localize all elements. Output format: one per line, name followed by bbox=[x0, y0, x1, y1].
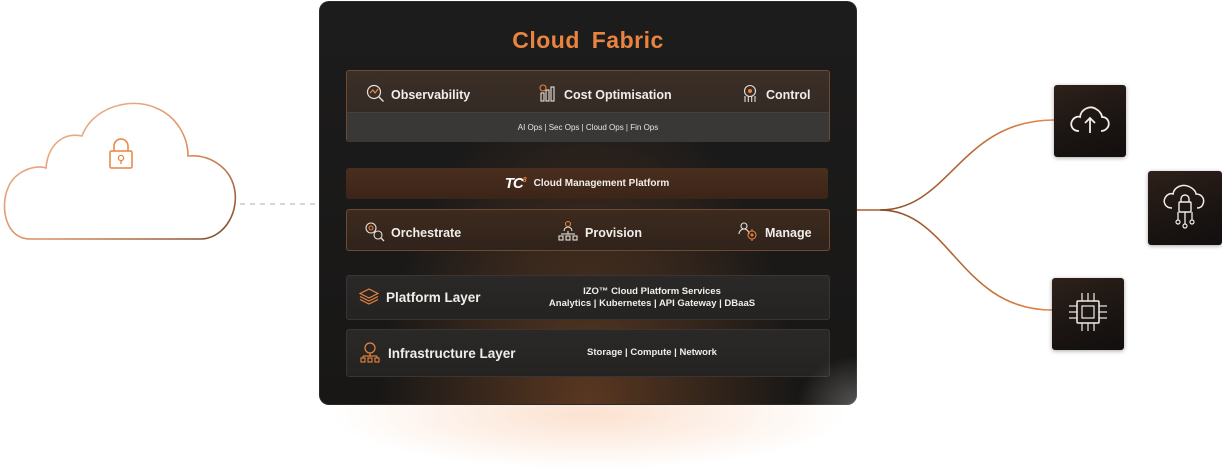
provision-item: Provision bbox=[557, 220, 642, 245]
manage-icon bbox=[737, 220, 759, 245]
cloud-upload-icon bbox=[1068, 101, 1112, 142]
cloud-management-platform-bar: TC8 Cloud Management Platform bbox=[346, 168, 828, 199]
manage-item: Manage bbox=[737, 220, 812, 245]
upper-connector bbox=[879, 119, 1055, 211]
observability-box: Observability Cost Optimisation Control … bbox=[346, 70, 830, 142]
chip-icon bbox=[1065, 289, 1111, 340]
provision-label: Provision bbox=[585, 225, 642, 240]
platform-layer-box: Platform Layer IZO™ Cloud Platform Servi… bbox=[346, 275, 830, 320]
tc-logo: TC8 bbox=[504, 175, 527, 192]
operations-box: Orchestrate Provision Manage bbox=[346, 209, 830, 251]
network-icon bbox=[359, 341, 381, 366]
chip-tile bbox=[1052, 278, 1124, 350]
infrastructure-services: Storage | Compute | Network bbox=[587, 347, 717, 358]
orchestrate-label: Orchestrate bbox=[391, 225, 462, 240]
panel-title: Cloud Fabric bbox=[512, 27, 664, 53]
layers-icon bbox=[358, 287, 380, 308]
cloud-upload-tile bbox=[1054, 85, 1126, 157]
control-icon bbox=[740, 83, 760, 106]
private-cloud bbox=[0, 96, 240, 244]
cost-optimisation-icon bbox=[538, 83, 558, 106]
platform-services-list: Analytics | Kubernetes | API Gateway | D… bbox=[548, 298, 756, 309]
control-label: Control bbox=[766, 87, 811, 102]
platform-layer-title: Platform Layer bbox=[358, 276, 481, 319]
cloud-security-icon bbox=[1160, 182, 1210, 235]
platform-services-line: IZO™ Cloud Platform Services bbox=[583, 286, 721, 297]
ops-subtitle: AI Ops | Sec Ops | Cloud Ops | Fin Ops bbox=[347, 112, 829, 142]
corner-texture bbox=[797, 355, 857, 405]
observability-item: Observability bbox=[365, 83, 470, 106]
platform-layer-label: Platform Layer bbox=[386, 290, 481, 305]
cost-optimisation-label: Cost Optimisation bbox=[564, 87, 672, 102]
observability-row: Observability Cost Optimisation Control bbox=[347, 71, 829, 112]
manage-label: Manage bbox=[765, 225, 812, 240]
observability-icon bbox=[365, 83, 385, 106]
cost-optimisation-item: Cost Optimisation bbox=[538, 83, 672, 106]
provision-icon bbox=[557, 220, 579, 245]
infrastructure-layer-title: Infrastructure Layer bbox=[359, 330, 516, 376]
orchestrate-item: Orchestrate bbox=[363, 220, 461, 245]
orchestrate-icon bbox=[363, 220, 385, 245]
lower-connector bbox=[879, 209, 1053, 311]
infrastructure-layer-label: Infrastructure Layer bbox=[388, 345, 516, 361]
cmp-label: Cloud Management Platform bbox=[533, 178, 670, 189]
control-item: Control bbox=[740, 83, 810, 106]
infrastructure-layer-box: Infrastructure Layer Storage | Compute |… bbox=[346, 329, 830, 377]
lock-icon bbox=[108, 136, 134, 175]
cloud-security-tile bbox=[1148, 171, 1222, 245]
observability-label: Observability bbox=[391, 87, 471, 102]
cloud-fabric-panel: Cloud Fabric Observability Cost Optimisa… bbox=[319, 1, 857, 405]
